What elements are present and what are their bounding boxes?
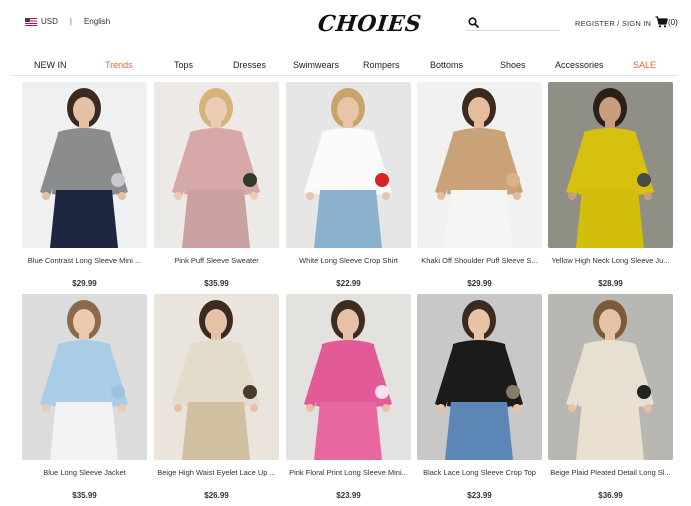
product-price: $26.99 — [204, 491, 229, 500]
product-price: $23.99 — [467, 491, 492, 500]
register-link[interactable]: REGISTER — [575, 19, 615, 28]
product-image[interactable] — [22, 294, 147, 460]
sign-in-link[interactable]: SIGN IN — [622, 19, 651, 28]
search-input[interactable] — [484, 15, 558, 29]
product-image[interactable] — [417, 294, 542, 460]
nav-item-accessories[interactable]: Accessories — [555, 60, 604, 70]
product-price: $35.99 — [72, 491, 97, 500]
product-card[interactable]: Beige Plaid Pleated Detail Long Sl... $36… — [548, 294, 673, 500]
product-price: $36.99 — [598, 491, 623, 500]
product-card[interactable]: Black Lace Long Sleeve Crop Top $23.99 — [417, 294, 542, 500]
product-price: $28.99 — [598, 279, 623, 288]
product-image[interactable] — [22, 82, 147, 248]
product-name[interactable]: White Long Sleeve Crop Shirt — [282, 256, 415, 265]
nav-item-dresses[interactable]: Dresses — [233, 60, 266, 70]
product-price: $35.99 — [204, 279, 229, 288]
product-card[interactable]: Blue Long Sleeve Jacket $35.99 — [22, 294, 147, 500]
product-card[interactable]: White Long Sleeve Crop Shirt $22.99 — [286, 82, 411, 288]
product-image[interactable] — [548, 294, 673, 460]
nav-item-tops[interactable]: Tops — [174, 60, 193, 70]
currency-selector[interactable]: USD — [41, 17, 58, 26]
product-name[interactable]: Blue Long Sleeve Jacket — [18, 468, 151, 477]
product-price: $29.99 — [467, 279, 492, 288]
product-name[interactable]: Pink Floral Print Long Sleeve Mini... — [282, 468, 415, 477]
product-image[interactable] — [154, 82, 279, 248]
nav-item-trends[interactable]: Trends — [105, 60, 133, 70]
product-price: $29.99 — [72, 279, 97, 288]
locale-selector: USD | English — [25, 17, 110, 26]
locale-divider: | — [69, 17, 72, 26]
product-card[interactable]: Beige High Waist Eyelet Lace Up ... $26.9… — [154, 294, 279, 500]
product-card[interactable]: Blue Contrast Long Sleeve Mini ... $29.99 — [22, 82, 147, 288]
product-price: $23.99 — [336, 491, 361, 500]
account-separator: / — [617, 19, 620, 28]
cart-count: (0) — [668, 17, 678, 27]
nav-item-rompers[interactable]: Rompers — [363, 60, 400, 70]
account-links: REGISTER / SIGN IN — [575, 19, 651, 28]
product-name[interactable]: Blue Contrast Long Sleeve Mini ... — [18, 256, 151, 265]
cart-button[interactable]: (0) — [655, 16, 678, 28]
nav-item-sale[interactable]: SALE — [633, 60, 656, 70]
category-nav: NEW IN Trends Tops Dresses Swimwears Rom… — [12, 56, 678, 76]
nav-item-new-in[interactable]: NEW IN — [34, 60, 67, 70]
top-bar: USD | English CHOIES REGISTER / SIGN IN … — [0, 0, 691, 46]
site-logo[interactable]: CHOIES — [317, 11, 423, 37]
product-price: $22.99 — [336, 279, 361, 288]
nav-item-swimwears[interactable]: Swimwears — [293, 60, 339, 70]
search-icon[interactable] — [468, 17, 479, 28]
product-image[interactable] — [286, 82, 411, 248]
nav-item-bottoms[interactable]: Bottoms — [430, 60, 463, 70]
product-name[interactable]: Beige Plaid Pleated Detail Long Sl... — [544, 468, 677, 477]
product-image[interactable] — [286, 294, 411, 460]
product-card[interactable]: Pink Puff Sleeve Sweater $35.99 — [154, 82, 279, 288]
search-bar — [466, 14, 560, 31]
language-selector[interactable]: English — [84, 17, 110, 26]
product-image[interactable] — [417, 82, 542, 248]
product-name[interactable]: Beige High Waist Eyelet Lace Up ... — [150, 468, 283, 477]
shopping-cart-icon — [655, 16, 668, 28]
product-image[interactable] — [548, 82, 673, 248]
product-image[interactable] — [154, 294, 279, 460]
product-name[interactable]: Yellow High Neck Long Sleeve Ju... — [544, 256, 677, 265]
nav-item-shoes[interactable]: Shoes — [500, 60, 526, 70]
product-name[interactable]: Pink Puff Sleeve Sweater — [150, 256, 283, 265]
product-card[interactable]: Khaki Off Shoulder Puff Sleeve S... $29.9… — [417, 82, 542, 288]
us-flag-icon — [25, 17, 37, 26]
product-card[interactable]: Yellow High Neck Long Sleeve Ju... $28.99 — [548, 82, 673, 288]
product-card[interactable]: Pink Floral Print Long Sleeve Mini... $23… — [286, 294, 411, 500]
product-name[interactable]: Black Lace Long Sleeve Crop Top — [413, 468, 546, 477]
product-name[interactable]: Khaki Off Shoulder Puff Sleeve S... — [413, 256, 546, 265]
